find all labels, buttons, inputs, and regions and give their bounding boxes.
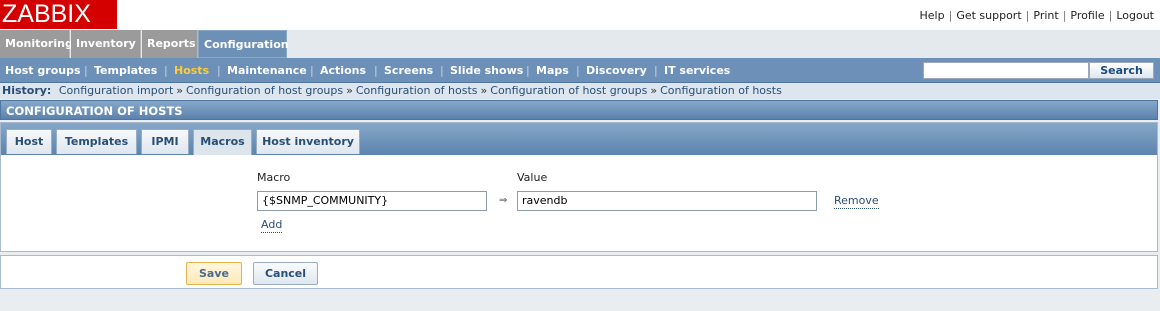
history-link[interactable]: Configuration of hosts <box>660 84 782 97</box>
menu-inventory[interactable]: Inventory <box>71 30 141 58</box>
top-links: Help | Get support | Print | Profile | Logout <box>919 9 1154 22</box>
submenu-host-groups[interactable]: Host groups <box>5 64 81 77</box>
menu-monitoring[interactable]: Monitoring <box>0 30 73 58</box>
get-support-link[interactable]: Get support <box>956 9 1021 22</box>
zabbix-logo[interactable]: ZABBIX <box>0 0 117 29</box>
submenu-discovery[interactable]: Discovery <box>586 64 647 77</box>
value-column-header: Value <box>517 171 548 184</box>
menu-configuration[interactable]: Configuration <box>198 30 289 58</box>
add-macro-link[interactable]: Add <box>261 218 283 233</box>
tab-templates[interactable]: Templates <box>56 129 137 154</box>
page-title: CONFIGURATION OF HOSTS <box>0 100 1158 120</box>
submenu-slide-shows[interactable]: Slide shows <box>450 64 523 77</box>
save-button[interactable]: Save <box>186 262 242 285</box>
profile-link[interactable]: Profile <box>1070 9 1104 22</box>
tab-macros[interactable]: Macros <box>193 129 252 155</box>
history-link[interactable]: Configuration of host groups <box>186 84 343 97</box>
submenu-screens[interactable]: Screens <box>384 64 433 77</box>
remove-macro-link[interactable]: Remove <box>834 194 879 209</box>
history-link[interactable]: Configuration of host groups <box>490 84 647 97</box>
macro-name-input[interactable]: {$SNMP_COMMUNITY} <box>257 191 487 211</box>
form-actions: Save Cancel <box>0 255 1158 289</box>
host-form-panel: Host Templates IPMI Macros Host inventor… <box>0 122 1158 252</box>
logout-link[interactable]: Logout <box>1116 9 1154 22</box>
top-bar: ZABBIX Help | Get support | Print | Profile | Lo… <box>0 0 1160 30</box>
form-tabs: Host Templates IPMI Macros Host inventor… <box>1 123 1157 155</box>
submenu-actions[interactable]: Actions <box>320 64 366 77</box>
search-button[interactable]: Search <box>1089 62 1154 79</box>
macro-column-header: Macro <box>257 171 291 184</box>
history-label: History: <box>2 84 52 97</box>
submenu-it-services[interactable]: IT services <box>664 64 730 77</box>
help-link[interactable]: Help <box>920 9 945 22</box>
breadcrumb: History: Configuration import» Configurat… <box>0 83 1160 99</box>
submenu-templates[interactable]: Templates <box>94 64 157 77</box>
history-link[interactable]: Configuration import <box>59 84 173 97</box>
arrow-icon: ⇒ <box>499 195 508 206</box>
menu-reports[interactable]: Reports <box>142 30 198 58</box>
tab-host-inventory[interactable]: Host inventory <box>256 129 360 154</box>
submenu-maintenance[interactable]: Maintenance <box>227 64 307 77</box>
tab-ipmi[interactable]: IPMI <box>141 129 189 154</box>
tab-host[interactable]: Host <box>6 129 52 154</box>
history-link[interactable]: Configuration of hosts <box>356 84 478 97</box>
print-link[interactable]: Print <box>1033 9 1058 22</box>
submenu-maps[interactable]: Maps <box>536 64 569 77</box>
main-menu: Monitoring Inventory Reports Configurati… <box>0 30 1160 58</box>
submenu-hosts[interactable]: Hosts <box>174 64 209 77</box>
search-input[interactable] <box>923 62 1089 79</box>
cancel-button[interactable]: Cancel <box>253 262 318 285</box>
macro-value-input[interactable]: ravendb <box>517 191 817 211</box>
